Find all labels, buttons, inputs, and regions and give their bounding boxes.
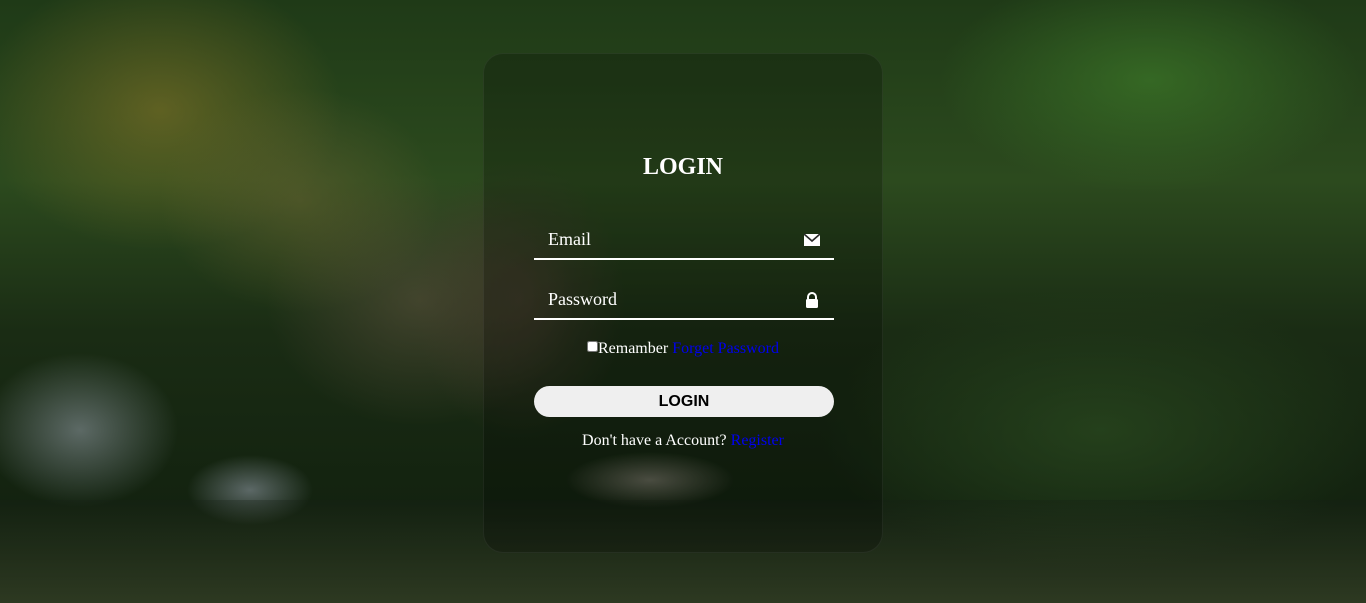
- login-title: LOGIN: [642, 154, 723, 180]
- remember-row: Remamber Forget Password: [484, 340, 882, 358]
- remember-label: Remamber: [597, 340, 669, 357]
- password-input[interactable]: [534, 282, 794, 316]
- forgot-password-link[interactable]: Forget Password: [672, 340, 779, 357]
- login-button[interactable]: LOGIN: [534, 386, 834, 417]
- envelope-icon: [803, 232, 821, 248]
- register-link[interactable]: Register: [731, 432, 784, 449]
- remember-checkbox[interactable]: [586, 341, 598, 352]
- register-row: Don't have a Account? Register: [484, 432, 882, 450]
- email-field-wrapper: [534, 222, 834, 260]
- login-card: LOGIN Remamber Forget Password LOGIN Don…: [483, 53, 883, 553]
- email-input[interactable]: [534, 222, 794, 256]
- password-field-wrapper: [534, 282, 834, 320]
- lock-icon: [804, 292, 820, 308]
- register-prompt: Don't have a Account?: [582, 432, 727, 449]
